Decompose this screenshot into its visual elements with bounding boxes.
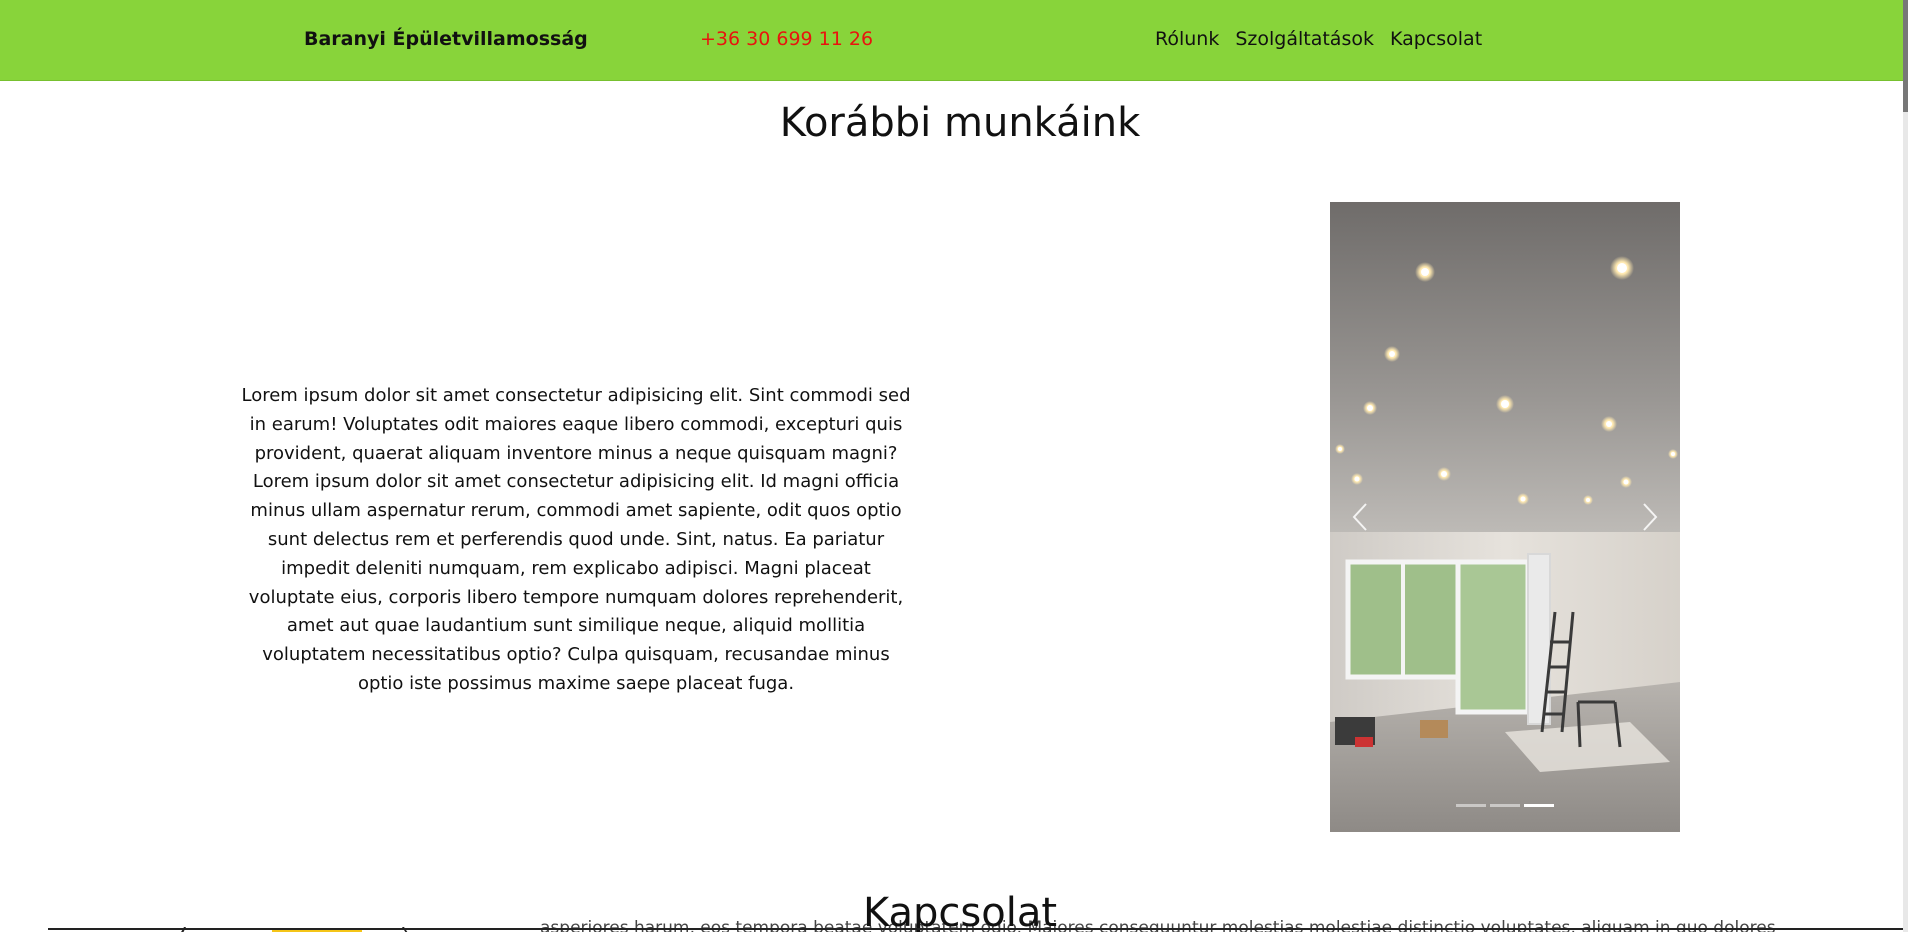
scrollbar-thumb[interactable] <box>1903 0 1908 112</box>
nav-link-rolunk[interactable]: Rólunk <box>1155 28 1219 50</box>
carousel-indicator-2[interactable] <box>1490 804 1520 807</box>
nav-link-szolgaltatasok[interactable]: Szolgáltatások <box>1235 28 1374 50</box>
carousel-prev-button[interactable] <box>1330 202 1390 832</box>
works-carousel <box>1330 202 1680 832</box>
carousel-indicator-3[interactable] <box>1524 804 1554 807</box>
nav-link-kapcsolat[interactable]: Kapcsolat <box>1390 28 1482 50</box>
works-description: Lorem ipsum dolor sit amet consectetur a… <box>241 385 911 694</box>
chevron-left-icon <box>1352 503 1367 531</box>
phone-link[interactable]: +36 30 699 11 26 <box>700 28 873 50</box>
carousel-next-button[interactable] <box>1620 202 1680 832</box>
carousel-indicators <box>1330 804 1680 807</box>
works-title: Korábbi munkáink <box>779 100 1141 146</box>
chevron-right-icon <box>1643 503 1658 531</box>
navbar: Baranyi Épületvillamosság +36 30 699 11 … <box>0 0 1903 81</box>
scrollbar[interactable] <box>1903 0 1908 932</box>
contact-title: Kapcsolat <box>862 890 1058 932</box>
page: Baranyi Épületvillamosság +36 30 699 11 … <box>0 0 1908 932</box>
divider <box>48 928 1903 930</box>
carousel-indicator-1[interactable] <box>1456 804 1486 807</box>
brand-name[interactable]: Baranyi Épületvillamosság <box>304 28 588 50</box>
nav-links: Rólunk Szolgáltatások Kapcsolat <box>1155 28 1482 50</box>
